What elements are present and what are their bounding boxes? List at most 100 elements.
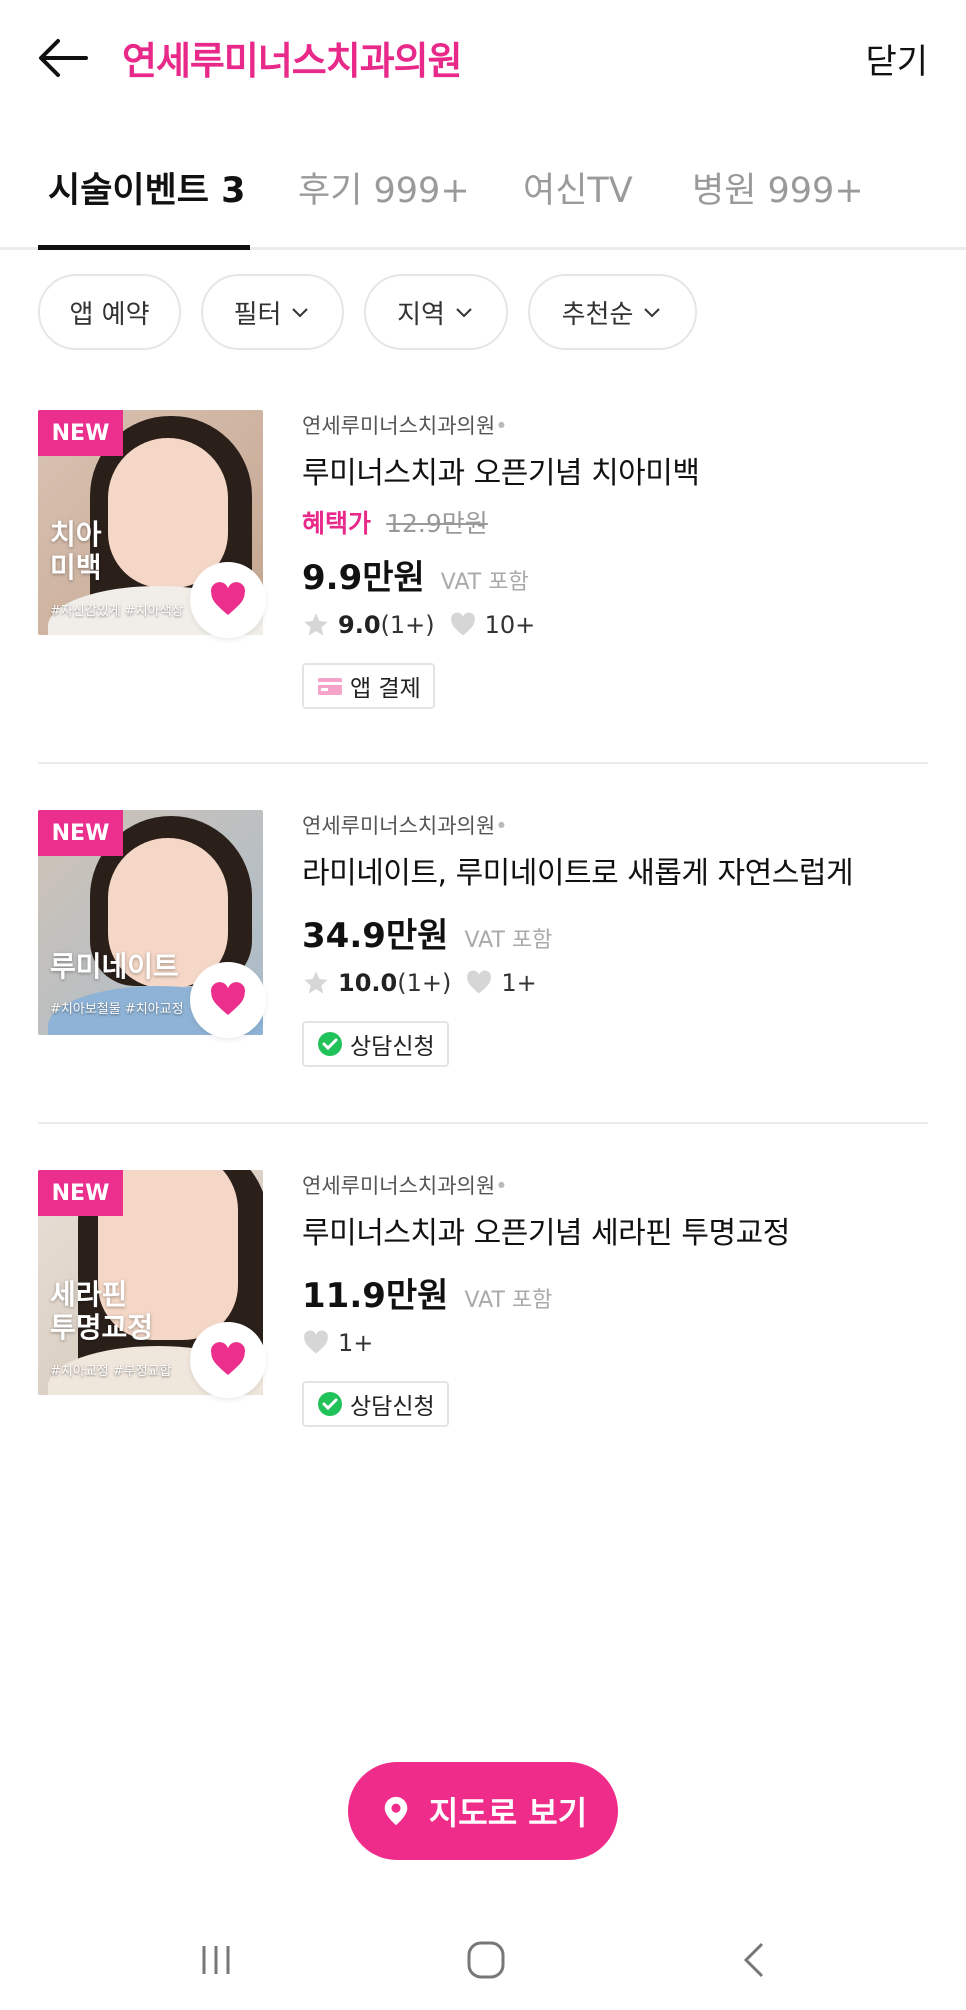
rating: 10.0 bbox=[338, 969, 398, 997]
favorite-button[interactable] bbox=[190, 1322, 266, 1398]
separator-dot: • bbox=[495, 814, 508, 838]
rating: 9.0 bbox=[338, 611, 381, 639]
chevron-down-icon bbox=[292, 308, 309, 318]
stats-row: 10.0 (1+) 1+ bbox=[302, 969, 942, 997]
heart-icon bbox=[210, 582, 246, 615]
stats-row: 9.0 (1+) 10+ bbox=[302, 611, 942, 639]
price-row: 34.9만원 VAT 포함 bbox=[302, 908, 942, 957]
chat-check-icon bbox=[318, 1392, 342, 1416]
chip-label: 앱 예약 bbox=[69, 299, 150, 330]
star-icon bbox=[304, 613, 328, 636]
clinic-name: 연세루미너스치과의원• bbox=[302, 814, 508, 838]
chip-filter[interactable]: 필터 bbox=[201, 274, 344, 350]
thumbnail-tags: #치아교정 #부정교합 bbox=[50, 1364, 172, 1379]
new-badge: NEW bbox=[38, 410, 123, 456]
back-nav-button[interactable] bbox=[716, 1930, 796, 1990]
price-row: 11.9만원 VAT 포함 bbox=[302, 1268, 942, 1317]
like-count: 1+ bbox=[501, 969, 537, 997]
event-item[interactable]: NEW 루미네이트 #치아보철물 #치아교정 연세루미너스치과의원• 라미네이트… bbox=[0, 810, 966, 1080]
chip-region[interactable]: 지역 bbox=[364, 274, 508, 350]
divider bbox=[38, 1122, 928, 1124]
new-badge: NEW bbox=[38, 810, 123, 856]
clinic-title: 연세루미너스치과의원 bbox=[122, 39, 463, 83]
event-title: 라미네이트, 루미네이트로 새롭게 자연스럽게 bbox=[302, 856, 854, 891]
heart-outline-icon bbox=[467, 970, 492, 994]
card-icon bbox=[318, 678, 342, 695]
arrow-left-icon bbox=[39, 39, 88, 77]
map-button-label: 지도로 보기 bbox=[428, 1794, 588, 1832]
active-tab-indicator bbox=[38, 245, 250, 250]
chip-label: 지역 bbox=[397, 299, 445, 330]
chip-sort[interactable]: 추천순 bbox=[528, 274, 697, 350]
heart-outline-icon bbox=[450, 612, 475, 636]
action-label: 상담신청 bbox=[350, 1034, 435, 1060]
map-view-button[interactable]: 지도로 보기 bbox=[348, 1762, 618, 1860]
vat-note: VAT 포함 bbox=[440, 570, 529, 595]
chevron-down-icon bbox=[644, 308, 661, 318]
price: 11.9만원 bbox=[302, 1276, 449, 1316]
tab-bar: 시술이벤트 3 후기 999+ 여신TV 병원 999+ bbox=[0, 150, 966, 250]
action-label: 상담신청 bbox=[350, 1394, 435, 1420]
heart-icon bbox=[210, 1342, 246, 1375]
heart-icon bbox=[210, 982, 246, 1015]
thumbnail-tags: #자신감있게 #치아색상 bbox=[50, 604, 184, 619]
event-info: 연세루미너스치과의원• 루미너스치과 오픈기념 세라핀 투명교정 11.9만원 … bbox=[302, 1170, 942, 1427]
filter-chips: 앱 예약 필터 지역 추천순 bbox=[0, 274, 966, 350]
clinic-name: 연세루미너스치과의원• bbox=[302, 414, 508, 438]
rating-count: (1+) bbox=[397, 969, 452, 997]
chip-app-booking[interactable]: 앱 예약 bbox=[38, 274, 181, 350]
page: 연세루미너스치과의원 닫기 시술이벤트 3 후기 999+ 여신TV 병원 99… bbox=[0, 0, 966, 2010]
thumbnail-tags: #치아보철물 #치아교정 bbox=[50, 1002, 184, 1017]
consult-button[interactable]: 상담신청 bbox=[302, 1021, 449, 1067]
favorite-button[interactable] bbox=[190, 562, 266, 638]
back-button[interactable] bbox=[34, 28, 94, 88]
chevron-down-icon bbox=[456, 308, 472, 318]
clinic-name: 연세루미너스치과의원• bbox=[302, 1174, 508, 1198]
thumbnail-title: 루미네이트 bbox=[50, 950, 179, 983]
event-info: 연세루미너스치과의원• 라미네이트, 루미네이트로 새롭게 자연스럽게 34.9… bbox=[302, 810, 942, 1067]
vat-note: VAT 포함 bbox=[464, 1288, 553, 1313]
benefit-label: 혜택가 bbox=[302, 509, 372, 538]
rating-count: (1+) bbox=[380, 611, 435, 639]
original-price: 12.9만원 bbox=[386, 509, 488, 538]
heart-outline-icon bbox=[304, 1330, 328, 1354]
price: 34.9만원 bbox=[302, 916, 449, 956]
location-pin-icon bbox=[384, 1796, 408, 1826]
benefit-row: 혜택가 12.9만원 bbox=[302, 504, 942, 540]
tab-tv[interactable]: 여신TV bbox=[523, 162, 633, 213]
separator-dot: • bbox=[495, 1174, 508, 1198]
chip-label: 필터 bbox=[233, 299, 282, 330]
event-item[interactable]: NEW 치아 미백 #자신감있게 #치아색상 연세루미너스치과의원• 루미너스치… bbox=[0, 410, 966, 740]
home-icon bbox=[467, 1941, 505, 1979]
like-count: 1+ bbox=[338, 1329, 374, 1357]
system-nav-bar bbox=[0, 1910, 966, 2010]
stats-row: 1+ bbox=[302, 1329, 942, 1357]
tab-events[interactable]: 시술이벤트 3 bbox=[48, 162, 246, 213]
chip-label: 추천순 bbox=[561, 299, 634, 330]
star-icon bbox=[304, 971, 328, 994]
chat-check-icon bbox=[318, 1032, 342, 1056]
recent-apps-icon bbox=[202, 1946, 230, 1974]
recent-apps-button[interactable] bbox=[176, 1930, 256, 1990]
home-button[interactable] bbox=[446, 1930, 526, 1990]
header: 연세루미너스치과의원 닫기 bbox=[0, 0, 966, 112]
price: 9.9만원 bbox=[302, 558, 425, 598]
close-button[interactable]: 닫기 bbox=[865, 34, 928, 83]
divider bbox=[38, 762, 928, 764]
like-count: 10+ bbox=[484, 611, 536, 639]
tab-reviews[interactable]: 후기 999+ bbox=[298, 162, 470, 213]
app-payment-button[interactable]: 앱 결제 bbox=[302, 663, 435, 709]
favorite-button[interactable] bbox=[190, 962, 266, 1038]
price-row: 9.9만원 VAT 포함 bbox=[302, 550, 942, 599]
consult-button[interactable]: 상담신청 bbox=[302, 1381, 449, 1427]
event-item[interactable]: NEW 세라핀 투명교정 #치아교정 #부정교합 연세루미너스치과의원• 루미너… bbox=[0, 1170, 966, 1440]
event-title: 루미너스치과 오픈기념 세라핀 투명교정 bbox=[302, 1216, 790, 1251]
new-badge: NEW bbox=[38, 1170, 123, 1216]
separator-dot: • bbox=[495, 414, 508, 438]
vat-note: VAT 포함 bbox=[464, 928, 553, 953]
event-title: 루미너스치과 오픈기념 치아미백 bbox=[302, 456, 700, 491]
chevron-left-icon bbox=[743, 1942, 764, 1978]
thumbnail-title: 치아 미백 bbox=[50, 518, 102, 584]
tab-hospital[interactable]: 병원 999+ bbox=[692, 162, 864, 213]
action-label: 앱 결제 bbox=[350, 676, 421, 702]
